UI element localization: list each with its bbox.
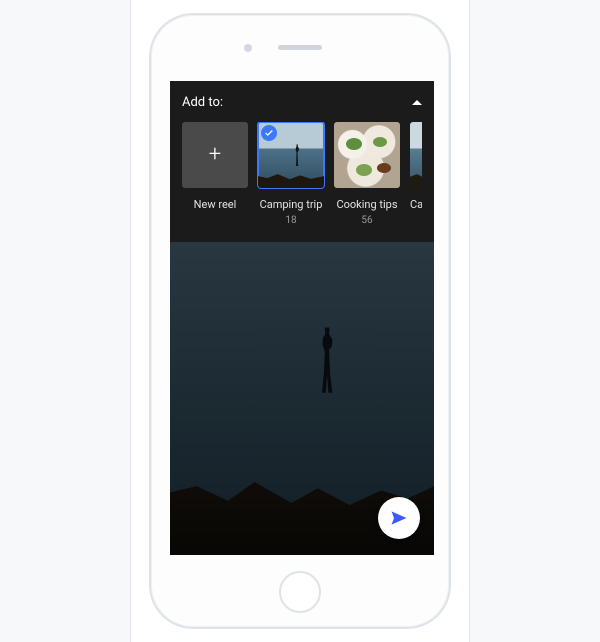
reel-label: Cooking tips (334, 198, 400, 211)
caret-up-icon (412, 100, 422, 105)
panel-title: Add to: (182, 95, 223, 110)
screen: Add to: + New reel (170, 81, 434, 555)
reel-thumb[interactable] (334, 122, 400, 188)
reel-row[interactable]: + New reel Camping trip 18 (182, 122, 422, 226)
reel-thumb[interactable] (258, 122, 324, 188)
panel-header[interactable]: Add to: (182, 95, 422, 110)
reel-label: New reel (182, 198, 248, 211)
send-icon (389, 508, 409, 528)
earpiece (278, 45, 322, 50)
reel-count: 18 (258, 215, 324, 226)
reel-thumb[interactable] (410, 122, 422, 188)
front-camera (244, 44, 252, 52)
check-icon (261, 125, 277, 141)
reel-new[interactable]: + New reel (182, 122, 248, 226)
stage: Add to: + New reel (130, 0, 470, 642)
plus-icon: + (209, 144, 221, 166)
reel-camera[interactable]: Came (410, 122, 422, 226)
reel-count: 56 (334, 215, 400, 226)
reel-cooking-tips[interactable]: Cooking tips 56 (334, 122, 400, 226)
phone-frame: Add to: + New reel (149, 13, 451, 629)
home-button[interactable] (279, 571, 321, 613)
add-to-panel: Add to: + New reel (170, 81, 434, 242)
send-button[interactable] (378, 497, 420, 539)
reel-label: Came (410, 198, 422, 211)
reel-camping-trip[interactable]: Camping trip 18 (258, 122, 324, 226)
reel-label: Camping trip (258, 198, 324, 211)
new-reel-thumb[interactable]: + (182, 122, 248, 188)
